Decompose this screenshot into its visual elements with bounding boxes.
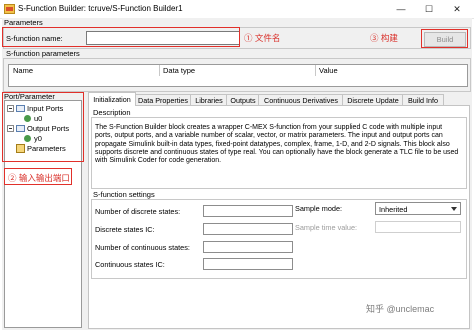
description-label: Description	[93, 108, 131, 117]
filename-annotation: ① 文件名	[244, 33, 281, 43]
sample-mode-label: Sample mode:	[295, 204, 343, 213]
discrete-states-ic-input[interactable]	[203, 223, 293, 235]
simulink-app-icon	[4, 4, 15, 14]
column-value[interactable]: Value	[319, 66, 338, 75]
parameters-group-label: Parameters	[4, 18, 43, 27]
chevron-down-icon	[451, 207, 457, 211]
minimize-button[interactable]: —	[390, 2, 412, 16]
sfunction-name-highlight	[2, 27, 240, 47]
column-data-type[interactable]: Data type	[163, 66, 195, 75]
build-highlight	[421, 29, 468, 48]
continuous-states-ic-input[interactable]	[203, 258, 293, 270]
column-separator	[159, 65, 160, 76]
sample-mode-value: Inherited	[379, 204, 408, 214]
sample-time-input	[375, 221, 461, 233]
num-continuous-states-label: Number of continuous states:	[95, 243, 190, 252]
window-title: S-Function Builder: tcruve/S-Function Bu…	[18, 4, 183, 13]
column-name[interactable]: Name	[13, 66, 33, 75]
sfunction-parameters-label: S-function parameters	[6, 49, 80, 58]
description-text: The S-Function Builder block creates a w…	[95, 124, 459, 165]
watermark: 知乎 @unclemac	[366, 304, 435, 314]
tab-initialization[interactable]: Initialization	[88, 92, 136, 106]
sample-mode-select[interactable]: Inherited	[375, 202, 461, 215]
continuous-states-ic-label: Continuous states IC:	[95, 260, 165, 269]
initialization-panel: Description The S-Function Builder block…	[88, 105, 470, 329]
ports-annotation-highlight	[4, 168, 72, 185]
builder-frame: Parameters S-function name: ① 文件名 ③ 构建 B…	[2, 18, 472, 330]
num-discrete-states-input[interactable]	[203, 205, 293, 217]
num-continuous-states-input[interactable]	[203, 241, 293, 253]
maximize-button[interactable]: ☐	[418, 2, 440, 16]
sfunction-settings-label: S-function settings	[93, 190, 155, 199]
column-separator	[315, 65, 316, 76]
num-discrete-states-label: Number of discrete states:	[95, 207, 181, 216]
discrete-states-ic-label: Discrete states IC:	[95, 225, 155, 234]
sample-time-label: Sample time value:	[295, 223, 358, 232]
build-annotation: ③ 构建	[370, 33, 398, 43]
title-bar: S-Function Builder: tcruve/S-Function Bu…	[0, 0, 474, 19]
ports-highlight	[2, 92, 84, 162]
tab-bar: Initialization Data Properties Libraries…	[88, 92, 468, 106]
parameters-table-body[interactable]	[8, 76, 468, 87]
close-button[interactable]: ✕	[446, 2, 468, 16]
